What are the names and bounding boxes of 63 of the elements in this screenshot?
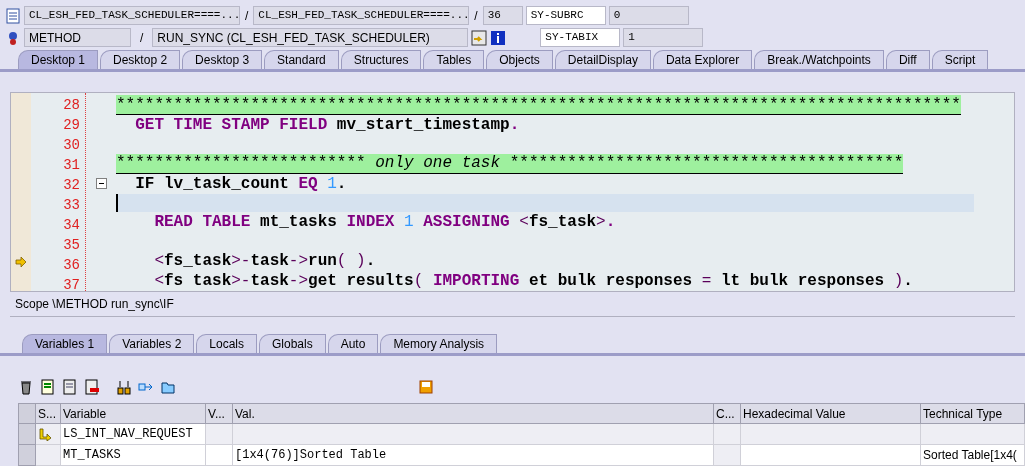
table-cell — [714, 424, 741, 445]
tab[interactable]: Diff — [885, 50, 930, 69]
tab[interactable]: Memory Analysis — [380, 334, 498, 353]
variable-name-field: SY-TABIX — [540, 28, 621, 47]
separator-label: / — [244, 7, 250, 25]
event-field: RUN_SYNC (CL_ESH_FED_TASK_SCHEDULER) — [152, 28, 469, 47]
document-icon[interactable] — [40, 379, 56, 395]
tab[interactable]: Variables 1 — [22, 334, 108, 353]
save-icon[interactable] — [418, 379, 434, 395]
table-cell — [206, 424, 233, 445]
tab[interactable]: Desktop 1 — [18, 50, 99, 69]
table-cell — [714, 445, 741, 466]
line-field: 36 — [482, 6, 523, 25]
tab[interactable]: DetailDisplay — [554, 50, 651, 69]
tab[interactable]: Auto — [327, 334, 379, 353]
table-cell — [206, 445, 233, 466]
tab[interactable]: Data Explorer — [652, 50, 753, 69]
code-line: <fs task>-task->get results( IMPORTING et bulk responses = lt bulk responses ). — [153, 271, 914, 291]
separator-label: / — [473, 7, 479, 25]
tab[interactable]: Variables 2 — [109, 334, 195, 353]
table-cell: Sorted Table[1x4( — [921, 445, 1025, 466]
line-number: 33 — [63, 195, 80, 215]
folder-icon[interactable] — [160, 379, 176, 395]
program-field: CL_ESH_FED_TASK_SCHEDULER====... — [24, 6, 240, 25]
tab[interactable]: Desktop 3 — [182, 50, 263, 69]
variable-name-field: SY-SUBRC — [525, 6, 606, 25]
separator-label: / — [139, 29, 145, 47]
line-number: 32 — [63, 175, 80, 195]
line-number: 37 — [63, 275, 80, 291]
table-cell: MT_TASKS — [61, 445, 206, 466]
tab[interactable]: Tables — [423, 50, 485, 69]
code-line: IF lv_task_count EQ 1. — [134, 173, 348, 194]
line-number: 30 — [63, 135, 80, 155]
line-number: 35 — [63, 235, 80, 255]
tab[interactable]: Locals — [196, 334, 257, 353]
line-number: 34 — [63, 215, 80, 235]
event-type-field: METHOD — [24, 28, 131, 47]
line-number: 36 — [63, 255, 80, 275]
table-cell: [1x4(76)]Sorted Table — [233, 445, 714, 466]
tab[interactable]: Objects — [486, 50, 553, 69]
scope-label: Scope \METHOD run_sync\IF — [15, 296, 174, 313]
include-field: CL_ESH_FED_TASK_SCHEDULER====... — [253, 6, 470, 25]
code-line: <fs_task>-task->run( ). — [153, 251, 377, 271]
tab[interactable]: Structures — [340, 50, 422, 69]
variable-value-field: 0 — [608, 6, 689, 25]
info-icon[interactable] — [490, 29, 507, 46]
trash-icon[interactable] — [18, 379, 34, 395]
document-icon[interactable] — [62, 379, 78, 395]
code-line: READ TABLE mt_tasks INDEX 1 ASSIGNING <fs_task>. — [153, 212, 617, 233]
tab[interactable]: Globals — [259, 334, 326, 353]
column-header[interactable]: Variable — [61, 404, 206, 424]
line-number: 28 — [63, 95, 80, 115]
variable-value-field: 1 — [623, 28, 704, 47]
line-number: 31 — [63, 155, 80, 175]
code-line: GET TIME STAMP FIELD mv_start_timestamp. — [134, 115, 521, 135]
tab[interactable]: Standard — [264, 50, 339, 69]
line-number: 29 — [63, 115, 80, 135]
document-icon[interactable] — [84, 379, 100, 395]
tab[interactable]: Desktop 2 — [100, 50, 181, 69]
tab[interactable]: Break./Watchpoints — [754, 50, 884, 69]
document-icon — [5, 7, 21, 24]
collapse-icon[interactable] — [95, 177, 107, 189]
tab[interactable]: Script — [931, 50, 989, 69]
